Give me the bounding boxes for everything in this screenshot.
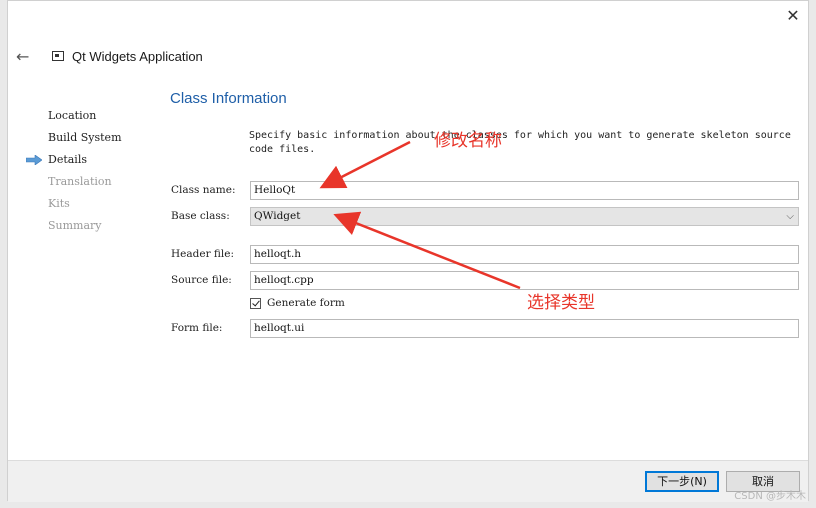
form-file-input[interactable]: helloqt.ui <box>250 319 799 338</box>
chevron-down-icon: ⌵ <box>786 211 794 222</box>
step-build-system: Build System <box>48 131 122 144</box>
next-button[interactable]: 下一步(N) <box>645 471 719 492</box>
generate-form-checkbox[interactable] <box>250 297 261 309</box>
wizard-footer: 下一步(N) 取消 <box>8 460 808 502</box>
rename-annotation: 修改名称 <box>434 131 502 151</box>
header-file-label: Header file: <box>171 248 235 260</box>
page-description: Specify basic information about the clas… <box>249 130 791 155</box>
base-class-select[interactable]: QWidget ⌵ <box>250 207 799 226</box>
wizard-steps: Location Build System Details Translatio… <box>26 105 122 237</box>
window-title: Qt Widgets Application <box>72 48 203 64</box>
base-class-label: Base class: <box>171 210 230 222</box>
source-file-input[interactable]: helloqt.cpp <box>250 271 799 290</box>
page-title: Class Information <box>170 90 287 107</box>
source-file-label: Source file: <box>171 274 232 286</box>
step-kits: Kits <box>48 197 70 210</box>
wizard-window: ✕ ← Qt Widgets Application Location Buil… <box>7 0 809 502</box>
current-step-arrow-icon <box>26 155 42 165</box>
header-file-input[interactable]: helloqt.h <box>250 245 799 264</box>
close-icon: ✕ <box>786 6 800 25</box>
step-details: Details <box>26 149 122 171</box>
close-button[interactable]: ✕ <box>782 5 804 27</box>
form-file-label: Form file: <box>171 322 223 334</box>
class-name-input[interactable]: HelloQt <box>250 181 799 200</box>
wizard-header: ← Qt Widgets Application <box>16 45 203 67</box>
choose-type-annotation: 选择类型 <box>527 293 595 313</box>
back-arrow-icon[interactable]: ← <box>16 47 38 66</box>
generate-form-option[interactable]: Generate form <box>250 297 345 309</box>
generate-form-label: Generate form <box>267 297 345 309</box>
watermark: CSDN @步木木 <box>734 491 806 502</box>
step-summary: Summary <box>48 219 102 232</box>
step-translation: Translation <box>48 175 112 188</box>
application-window-icon <box>52 51 64 61</box>
step-location: Location <box>48 109 97 122</box>
class-name-label: Class name: <box>171 184 236 196</box>
base-class-value: QWidget <box>254 210 301 222</box>
